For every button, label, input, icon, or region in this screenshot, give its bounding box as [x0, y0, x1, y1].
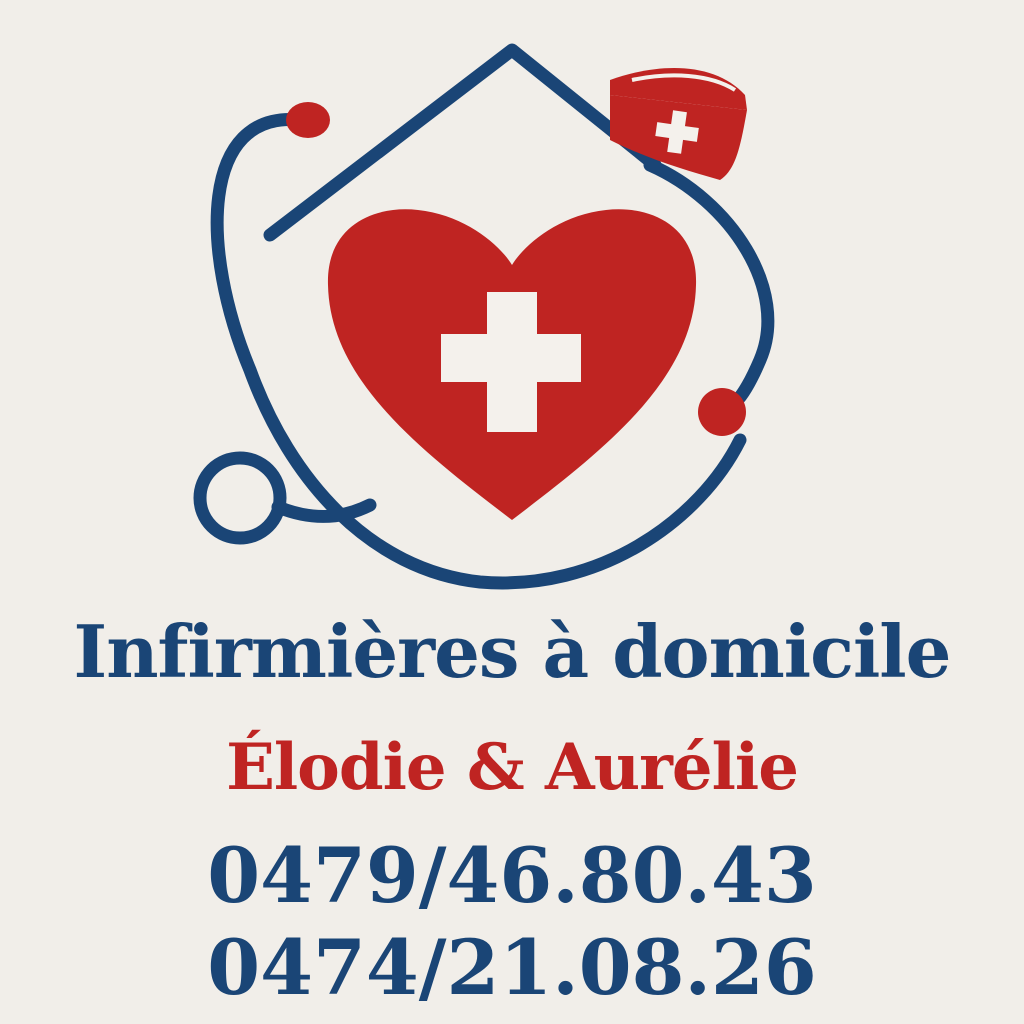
phone-number-2: 0474/21.08.26: [207, 923, 817, 1012]
house-outline-icon: [263, 43, 662, 242]
logo: [193, 43, 775, 590]
subtitle: Élodie & Aurélie: [226, 730, 799, 805]
nurse-cap-icon: [610, 67, 747, 180]
phone-number-1: 0479/46.80.43: [207, 831, 817, 920]
title: Infirmières à domicile: [73, 609, 952, 694]
